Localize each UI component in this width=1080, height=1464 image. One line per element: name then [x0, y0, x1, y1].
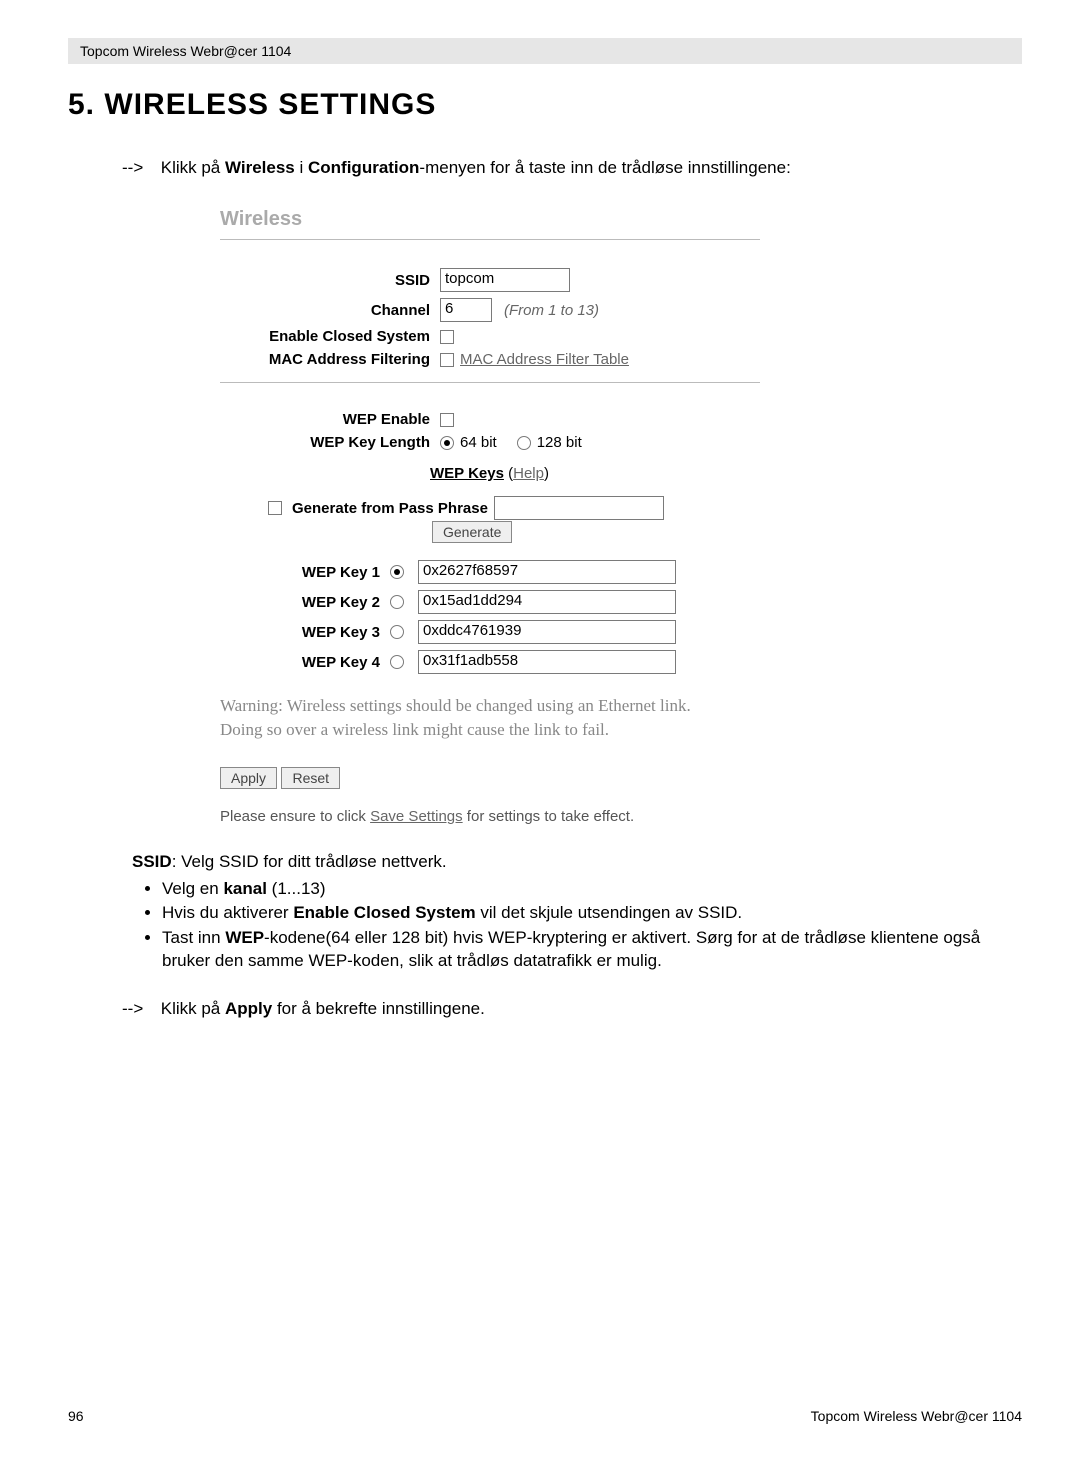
intro-line: --> Klikk på Wireless i Configuration-me…	[122, 158, 1022, 178]
wep-128bit-radio[interactable]	[517, 436, 531, 450]
footer-product: Topcom Wireless Webr@cer 1104	[811, 1408, 1022, 1424]
passphrase-checkbox[interactable]	[268, 501, 282, 515]
wep-key-4-input[interactable]: 0x31f1adb558	[418, 650, 676, 674]
apply-button[interactable]: Apply	[220, 767, 277, 789]
channel-input[interactable]: 6	[440, 298, 492, 322]
label-wep-key-1: WEP Key 1	[220, 564, 390, 581]
label-wep-key-3: WEP Key 3	[220, 624, 390, 641]
section-heading: 5. WIRELESS SETTINGS	[68, 88, 1022, 122]
label-wep-key-4: WEP Key 4	[220, 654, 390, 671]
wep-key-2-input[interactable]: 0x15ad1dd294	[418, 590, 676, 614]
label-mac-filter: MAC Address Filtering	[220, 351, 440, 368]
label-passphrase: Generate from Pass Phrase	[292, 500, 488, 517]
wireless-config-panel: Wireless SSID topcom Channel 6 (From 1 t…	[220, 208, 820, 825]
label-ssid: SSID	[220, 272, 440, 289]
channel-hint: (From 1 to 13)	[504, 302, 599, 319]
wep-key-3-radio[interactable]	[390, 625, 404, 639]
divider	[220, 239, 760, 240]
page-footer: 96 Topcom Wireless Webr@cer 1104	[68, 1408, 1022, 1424]
wep-64bit-label: 64 bit	[460, 434, 497, 451]
wep-key-1-input[interactable]: 0x2627f68597	[418, 560, 676, 584]
save-settings-link[interactable]: Save Settings	[370, 808, 463, 825]
wep-128bit-label: 128 bit	[537, 434, 582, 451]
label-channel: Channel	[220, 302, 440, 319]
reset-button[interactable]: Reset	[281, 767, 340, 789]
closed-system-checkbox[interactable]	[440, 330, 454, 344]
ssid-input[interactable]: topcom	[440, 268, 570, 292]
wep-key-1-radio[interactable]	[390, 565, 404, 579]
section-title: WIRELESS SETTINGS	[104, 88, 436, 121]
wep-key-4-radio[interactable]	[390, 655, 404, 669]
wep-help-link[interactable]: Help	[513, 465, 544, 482]
label-closed-system: Enable Closed System	[220, 328, 440, 345]
arrow-icon: -->	[122, 158, 156, 178]
section-number: 5.	[68, 88, 95, 121]
page-number: 96	[68, 1408, 84, 1424]
list-item: Hvis du aktiverer Enable Closed System v…	[162, 902, 1022, 925]
label-wep-length: WEP Key Length	[220, 434, 440, 451]
passphrase-input[interactable]	[494, 496, 664, 520]
header-bar: Topcom Wireless Webr@cer 1104	[68, 38, 1022, 64]
list-item: Velg en kanal (1...13)	[162, 878, 1022, 901]
wep-keys-heading: WEP Keys (Help)	[430, 465, 820, 482]
header-product: Topcom Wireless Webr@cer 1104	[80, 43, 291, 59]
list-item: Tast inn WEP-kodene(64 eller 128 bit) hv…	[162, 927, 1022, 973]
label-wep-key-2: WEP Key 2	[220, 594, 390, 611]
generate-button[interactable]: Generate	[432, 521, 512, 543]
divider	[220, 382, 760, 383]
save-settings-note: Please ensure to click Save Settings for…	[220, 808, 820, 825]
mac-filter-checkbox[interactable]	[440, 353, 454, 367]
panel-heading: Wireless	[220, 208, 820, 231]
apply-instruction: --> Klikk på Apply for å bekrefte innsti…	[122, 999, 1022, 1019]
arrow-icon: -->	[122, 999, 156, 1019]
wep-key-3-input[interactable]: 0xddc4761939	[418, 620, 676, 644]
label-wep-enable: WEP Enable	[220, 411, 440, 428]
body-text: SSID: Velg SSID for ditt trådløse nettve…	[132, 851, 1022, 974]
wep-enable-checkbox[interactable]	[440, 413, 454, 427]
mac-filter-table-link[interactable]: MAC Address Filter Table	[460, 351, 629, 368]
warning-text: Warning: Wireless settings should be cha…	[220, 694, 820, 742]
wep-64bit-radio[interactable]	[440, 436, 454, 450]
wep-key-2-radio[interactable]	[390, 595, 404, 609]
